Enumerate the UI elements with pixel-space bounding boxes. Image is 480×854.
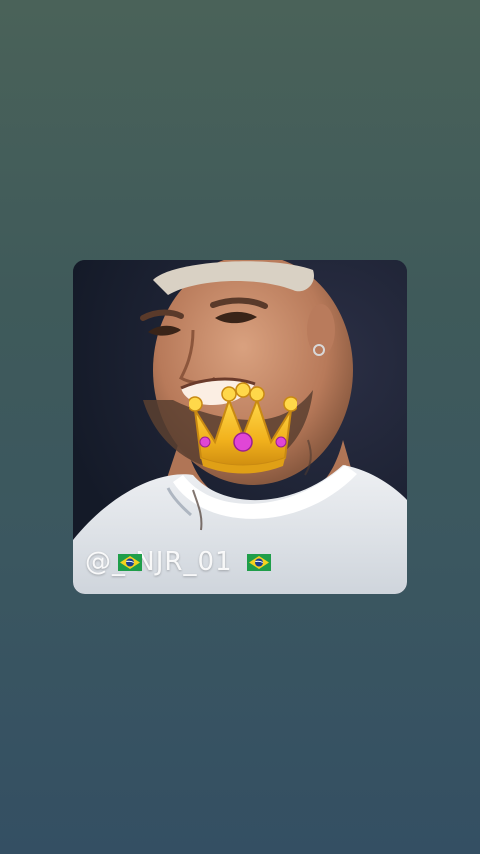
brazil-flag-icon xyxy=(118,554,142,571)
brazil-flag-icon xyxy=(247,554,271,571)
watermark-text: @_ NJR_01 xyxy=(85,547,233,577)
watermark: @_ NJR_01 xyxy=(73,542,407,582)
crown-emoji-icon xyxy=(189,380,297,474)
media-card[interactable]: @_ NJR_01 xyxy=(73,260,407,594)
screen: @_ NJR_01 xyxy=(0,0,480,854)
